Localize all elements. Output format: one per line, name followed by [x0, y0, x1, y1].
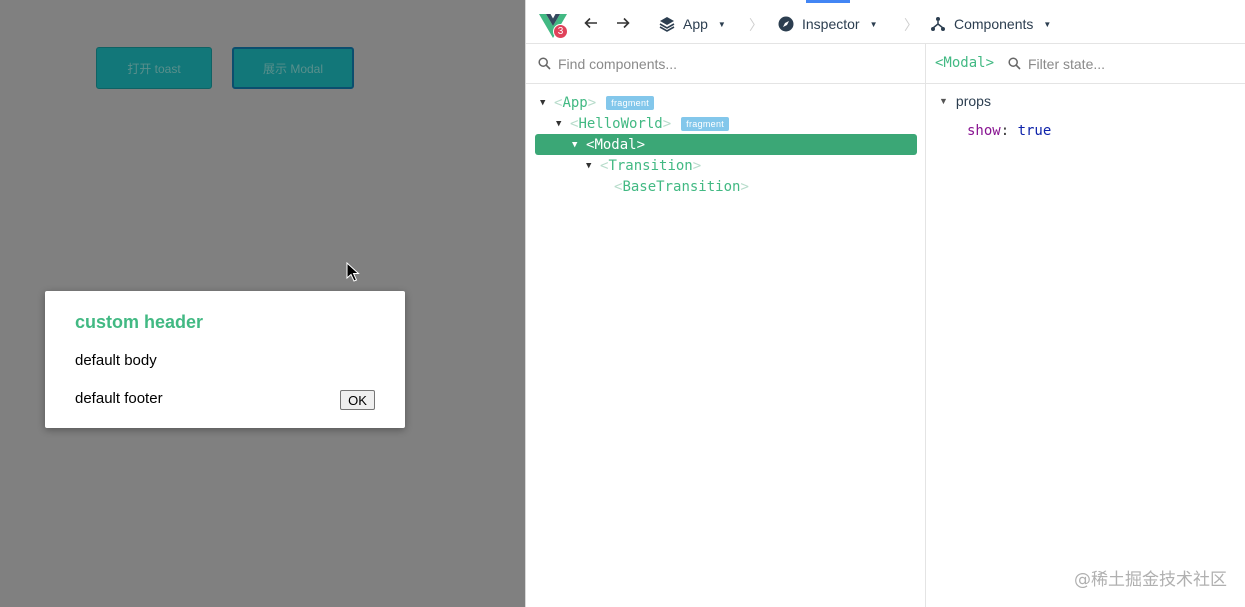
- modal-body: default body: [75, 352, 157, 369]
- components-label: Components: [954, 16, 1034, 32]
- caret-down-icon: ▼: [869, 19, 878, 29]
- tree-item-transition[interactable]: ▼ < Transition >: [586, 155, 701, 176]
- tree-item-helloworld[interactable]: ▼ < HelloWorld > fragment: [556, 113, 730, 134]
- expand-arrow-icon[interactable]: ▼: [572, 140, 584, 150]
- tree-item-basetransition[interactable]: < BaseTransition >: [614, 176, 749, 197]
- filter-state-input[interactable]: [1028, 54, 1228, 74]
- watermark: @稀土掘金技术社区: [1074, 570, 1227, 590]
- inspector-selector[interactable]: Inspector ▼: [778, 13, 878, 35]
- mouse-cursor-icon: [346, 262, 360, 282]
- state-header: <Modal>: [926, 44, 1245, 84]
- tree-item-app[interactable]: ▼ < App > fragment: [540, 92, 655, 113]
- devtools-toolbar: 3 App ▼ 〉 Inspector ▼ 〉 Components ▼: [526, 3, 1245, 44]
- tree-item-modal[interactable]: ▼ < Modal >: [535, 134, 917, 155]
- props-section-label: props: [955, 93, 991, 109]
- fragment-tag: fragment: [681, 116, 730, 131]
- app-preview: 打开 toast 展示 Modal custom header default …: [0, 0, 525, 607]
- breadcrumb-chevron-icon: 〉: [904, 17, 918, 33]
- expand-arrow-icon[interactable]: ▼: [556, 119, 568, 129]
- component-tree-icon: [931, 17, 945, 31]
- search-icon: [538, 57, 551, 70]
- back-arrow-icon[interactable]: [581, 13, 601, 33]
- breadcrumb-chevron-icon: 〉: [749, 17, 763, 33]
- modal-dialog: custom header default body default foote…: [45, 291, 405, 428]
- prop-show[interactable]: show: true: [967, 123, 1051, 139]
- vue-version-badge: 3: [553, 24, 568, 39]
- caret-down-icon: ▼: [1043, 19, 1052, 29]
- layers-icon: [659, 17, 675, 32]
- expand-arrow-icon[interactable]: ▼: [939, 96, 948, 106]
- forward-arrow-icon[interactable]: [613, 13, 633, 33]
- selected-component-name: <Modal>: [935, 55, 995, 71]
- component-search-input[interactable]: [558, 54, 898, 74]
- expand-arrow-icon[interactable]: ▼: [540, 98, 552, 108]
- open-toast-button[interactable]: 打开 toast: [96, 47, 212, 89]
- caret-down-icon: ▼: [717, 19, 726, 29]
- component-tree-pane: ▼ <App> fragment ▼ <HelloWorld> fragment…: [526, 44, 926, 607]
- components-selector[interactable]: Components ▼: [930, 13, 1051, 35]
- modal-header: custom header: [75, 312, 204, 332]
- fragment-tag: fragment: [606, 95, 655, 110]
- compass-icon: [778, 16, 794, 32]
- modal-footer: default footer: [75, 390, 163, 407]
- app-selector-label: App: [683, 16, 708, 32]
- props-section-toggle[interactable]: ▼ props: [939, 93, 991, 109]
- search-icon: [1008, 57, 1021, 70]
- app-selector[interactable]: App ▼: [659, 13, 726, 35]
- vue-devtools: 3 App ▼ 〉 Inspector ▼ 〉 Components ▼ Fin…: [525, 0, 1245, 607]
- expand-arrow-icon[interactable]: ▼: [586, 161, 598, 171]
- component-search-bar: [526, 44, 926, 84]
- state-inspector-pane: <Modal> ▼ props show: true: [926, 44, 1245, 607]
- show-modal-button[interactable]: 展示 Modal: [232, 47, 354, 89]
- inspector-label: Inspector: [802, 16, 860, 32]
- modal-ok-button[interactable]: OK: [340, 390, 375, 410]
